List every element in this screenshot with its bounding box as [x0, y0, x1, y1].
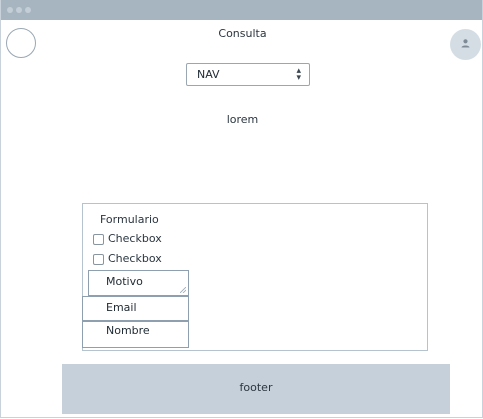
nombre-field[interactable]: Nombre — [82, 321, 189, 348]
footer-text: footer — [239, 381, 273, 394]
checkbox-label: Checkbox — [108, 232, 162, 245]
email-text: Email — [106, 301, 137, 314]
window-dot-icon[interactable] — [25, 7, 31, 13]
form-title: Formulario — [100, 213, 159, 226]
user-icon — [461, 39, 470, 48]
motivo-textarea[interactable]: Motivo — [88, 270, 189, 296]
user-avatar[interactable] — [450, 29, 481, 60]
nav-select[interactable]: NAV ▴ ▾ — [186, 63, 310, 86]
footer: footer — [62, 364, 450, 414]
resize-grip-icon[interactable] — [180, 287, 186, 293]
nav-select-value: NAV — [197, 68, 220, 81]
page-title: Consulta — [218, 27, 267, 40]
checkbox-box[interactable] — [93, 234, 104, 245]
motivo-text: Motivo — [106, 275, 143, 288]
checkbox-box[interactable] — [93, 254, 104, 265]
main-text: lorem — [226, 113, 259, 126]
nombre-text: Nombre — [106, 324, 150, 337]
checkbox-label: Checkbox — [108, 252, 162, 265]
window-titlebar — [1, 0, 482, 20]
window-dot-icon[interactable] — [7, 7, 13, 13]
email-field[interactable]: Email — [82, 296, 189, 321]
window-dot-icon[interactable] — [16, 7, 22, 13]
app-window: Consulta NAV ▴ ▾ lorem Formulario Checkbo… — [0, 0, 483, 418]
updown-caret-icon: ▴ ▾ — [296, 66, 301, 83]
